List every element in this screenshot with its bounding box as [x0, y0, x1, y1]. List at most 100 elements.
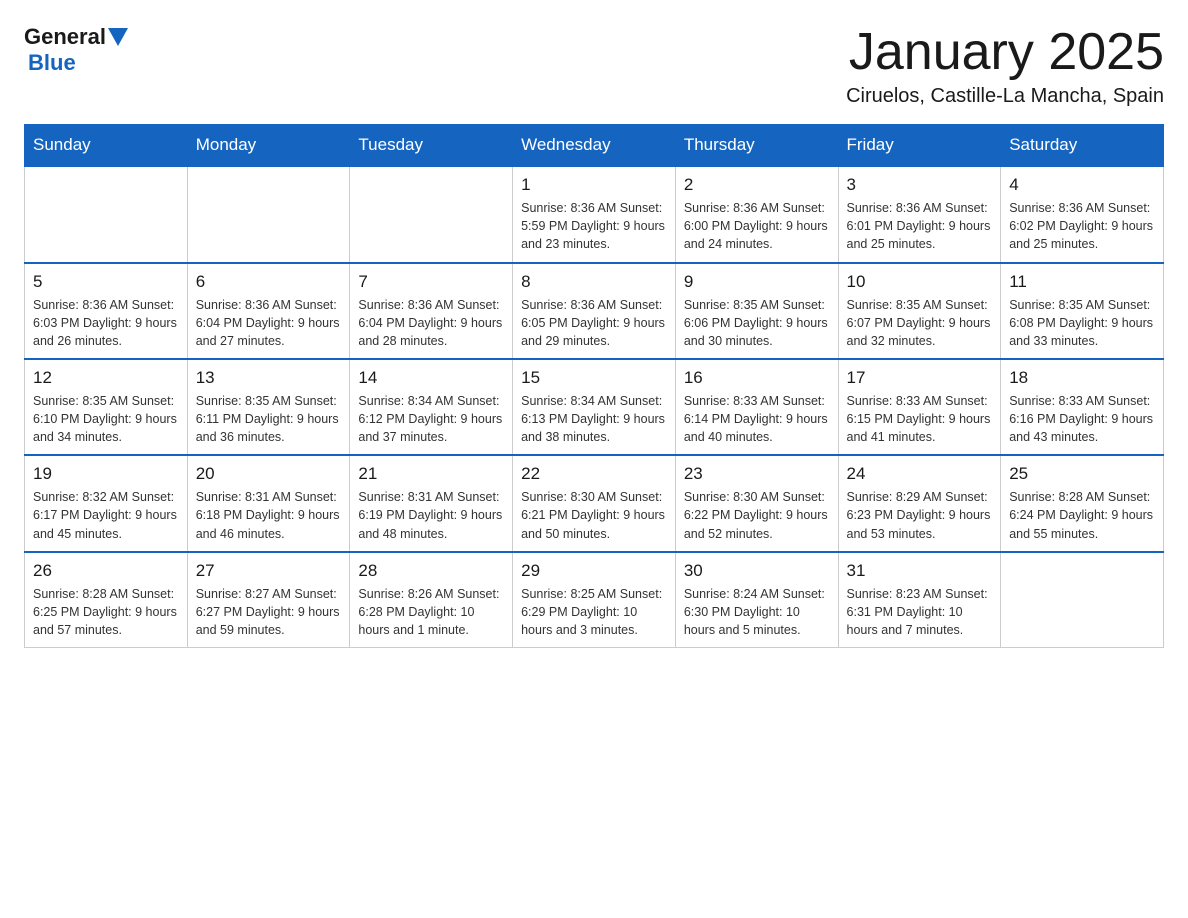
calendar-cell: 23 Sunrise: 8:30 AM Sunset: 6:22 PM Dayli… [675, 455, 838, 551]
title-block: January 2025 Ciruelos, Castille-La Manch… [846, 24, 1164, 108]
day-info: Sunrise: 8:26 AM Sunset: 6:28 PM Dayligh… [358, 585, 504, 639]
logo-triangle-icon [108, 28, 128, 46]
day-number: 2 [684, 175, 830, 195]
calendar-cell: 1 Sunrise: 8:36 AM Sunset: 5:59 PM Daylig… [513, 166, 676, 262]
day-info: Sunrise: 8:36 AM Sunset: 6:02 PM Dayligh… [1009, 199, 1155, 253]
day-number: 4 [1009, 175, 1155, 195]
page-subtitle: Ciruelos, Castille-La Mancha, Spain [846, 85, 1164, 108]
day-number: 19 [33, 464, 179, 484]
calendar-cell: 13 Sunrise: 8:35 AM Sunset: 6:11 PM Dayli… [187, 359, 350, 455]
calendar-cell: 20 Sunrise: 8:31 AM Sunset: 6:18 PM Dayli… [187, 455, 350, 551]
day-number: 23 [684, 464, 830, 484]
day-number: 18 [1009, 368, 1155, 388]
day-number: 12 [33, 368, 179, 388]
day-number: 24 [847, 464, 993, 484]
day-info: Sunrise: 8:28 AM Sunset: 6:25 PM Dayligh… [33, 585, 179, 639]
day-number: 29 [521, 561, 667, 581]
page-title: January 2025 [846, 24, 1164, 81]
day-info: Sunrise: 8:30 AM Sunset: 6:22 PM Dayligh… [684, 488, 830, 542]
calendar-cell: 29Sunrise: 8:25 AM Sunset: 6:29 PM Dayli… [513, 552, 676, 648]
day-number: 28 [358, 561, 504, 581]
calendar-cell: 30 Sunrise: 8:24 AM Sunset: 6:30 PM Dayli… [675, 552, 838, 648]
day-info: Sunrise: 8:29 AM Sunset: 6:23 PM Dayligh… [847, 488, 993, 542]
day-info: Sunrise: 8:35 AM Sunset: 6:08 PM Dayligh… [1009, 296, 1155, 350]
logo: General Blue [24, 24, 130, 76]
calendar-week-row: 1 Sunrise: 8:36 AM Sunset: 5:59 PM Daylig… [25, 166, 1164, 262]
day-number: 17 [847, 368, 993, 388]
day-info: Sunrise: 8:33 AM Sunset: 6:15 PM Dayligh… [847, 392, 993, 446]
day-number: 1 [521, 175, 667, 195]
day-info: Sunrise: 8:36 AM Sunset: 6:03 PM Dayligh… [33, 296, 179, 350]
day-number: 22 [521, 464, 667, 484]
calendar-cell: 7 Sunrise: 8:36 AM Sunset: 6:04 PM Daylig… [350, 263, 513, 359]
calendar-cell [187, 166, 350, 262]
calendar-week-row: 5Sunrise: 8:36 AM Sunset: 6:03 PM Daylig… [25, 263, 1164, 359]
calendar-week-row: 12 Sunrise: 8:35 AM Sunset: 6:10 PM Dayli… [25, 359, 1164, 455]
day-info: Sunrise: 8:34 AM Sunset: 6:13 PM Dayligh… [521, 392, 667, 446]
calendar-cell: 17 Sunrise: 8:33 AM Sunset: 6:15 PM Dayli… [838, 359, 1001, 455]
calendar-header-thursday: Thursday [675, 125, 838, 167]
calendar-header-row: SundayMondayTuesdayWednesdayThursdayFrid… [25, 125, 1164, 167]
calendar-cell: 8Sunrise: 8:36 AM Sunset: 6:05 PM Daylig… [513, 263, 676, 359]
calendar-cell: 15 Sunrise: 8:34 AM Sunset: 6:13 PM Dayli… [513, 359, 676, 455]
day-number: 21 [358, 464, 504, 484]
calendar-week-row: 26 Sunrise: 8:28 AM Sunset: 6:25 PM Dayli… [25, 552, 1164, 648]
day-info: Sunrise: 8:31 AM Sunset: 6:18 PM Dayligh… [196, 488, 342, 542]
calendar-header-saturday: Saturday [1001, 125, 1164, 167]
day-number: 3 [847, 175, 993, 195]
calendar-header-tuesday: Tuesday [350, 125, 513, 167]
calendar-cell: 5Sunrise: 8:36 AM Sunset: 6:03 PM Daylig… [25, 263, 188, 359]
day-number: 11 [1009, 272, 1155, 292]
day-info: Sunrise: 8:35 AM Sunset: 6:10 PM Dayligh… [33, 392, 179, 446]
calendar-cell: 24 Sunrise: 8:29 AM Sunset: 6:23 PM Dayli… [838, 455, 1001, 551]
day-number: 30 [684, 561, 830, 581]
day-number: 26 [33, 561, 179, 581]
day-number: 10 [847, 272, 993, 292]
day-info: Sunrise: 8:24 AM Sunset: 6:30 PM Dayligh… [684, 585, 830, 639]
calendar-week-row: 19 Sunrise: 8:32 AM Sunset: 6:17 PM Dayli… [25, 455, 1164, 551]
day-number: 7 [358, 272, 504, 292]
day-info: Sunrise: 8:35 AM Sunset: 6:11 PM Dayligh… [196, 392, 342, 446]
calendar-cell: 12 Sunrise: 8:35 AM Sunset: 6:10 PM Dayli… [25, 359, 188, 455]
calendar-cell: 27 Sunrise: 8:27 AM Sunset: 6:27 PM Dayli… [187, 552, 350, 648]
calendar-cell: 26 Sunrise: 8:28 AM Sunset: 6:25 PM Dayli… [25, 552, 188, 648]
day-info: Sunrise: 8:23 AM Sunset: 6:31 PM Dayligh… [847, 585, 993, 639]
day-info: Sunrise: 8:35 AM Sunset: 6:07 PM Dayligh… [847, 296, 993, 350]
calendar-cell: 9 Sunrise: 8:35 AM Sunset: 6:06 PM Daylig… [675, 263, 838, 359]
day-info: Sunrise: 8:34 AM Sunset: 6:12 PM Dayligh… [358, 392, 504, 446]
day-info: Sunrise: 8:36 AM Sunset: 5:59 PM Dayligh… [521, 199, 667, 253]
logo-general-text: General [24, 24, 106, 50]
calendar-cell: 6Sunrise: 8:36 AM Sunset: 6:04 PM Daylig… [187, 263, 350, 359]
calendar-header-monday: Monday [187, 125, 350, 167]
day-number: 16 [684, 368, 830, 388]
day-number: 9 [684, 272, 830, 292]
calendar-cell: 10 Sunrise: 8:35 AM Sunset: 6:07 PM Dayli… [838, 263, 1001, 359]
calendar-cell: 31Sunrise: 8:23 AM Sunset: 6:31 PM Dayli… [838, 552, 1001, 648]
calendar-header-wednesday: Wednesday [513, 125, 676, 167]
day-number: 27 [196, 561, 342, 581]
calendar-cell: 14Sunrise: 8:34 AM Sunset: 6:12 PM Dayli… [350, 359, 513, 455]
day-number: 13 [196, 368, 342, 388]
day-info: Sunrise: 8:36 AM Sunset: 6:04 PM Dayligh… [358, 296, 504, 350]
day-info: Sunrise: 8:35 AM Sunset: 6:06 PM Dayligh… [684, 296, 830, 350]
day-info: Sunrise: 8:32 AM Sunset: 6:17 PM Dayligh… [33, 488, 179, 542]
day-info: Sunrise: 8:33 AM Sunset: 6:16 PM Dayligh… [1009, 392, 1155, 446]
day-number: 6 [196, 272, 342, 292]
calendar-table: SundayMondayTuesdayWednesdayThursdayFrid… [24, 124, 1164, 648]
day-info: Sunrise: 8:31 AM Sunset: 6:19 PM Dayligh… [358, 488, 504, 542]
day-info: Sunrise: 8:36 AM Sunset: 6:00 PM Dayligh… [684, 199, 830, 253]
day-number: 20 [196, 464, 342, 484]
calendar-cell: 28 Sunrise: 8:26 AM Sunset: 6:28 PM Dayli… [350, 552, 513, 648]
day-info: Sunrise: 8:27 AM Sunset: 6:27 PM Dayligh… [196, 585, 342, 639]
calendar-cell: 3Sunrise: 8:36 AM Sunset: 6:01 PM Daylig… [838, 166, 1001, 262]
calendar-cell: 2 Sunrise: 8:36 AM Sunset: 6:00 PM Daylig… [675, 166, 838, 262]
day-info: Sunrise: 8:28 AM Sunset: 6:24 PM Dayligh… [1009, 488, 1155, 542]
day-number: 15 [521, 368, 667, 388]
calendar-cell: 16Sunrise: 8:33 AM Sunset: 6:14 PM Dayli… [675, 359, 838, 455]
calendar-cell: 11 Sunrise: 8:35 AM Sunset: 6:08 PM Dayli… [1001, 263, 1164, 359]
calendar-header-sunday: Sunday [25, 125, 188, 167]
calendar-cell: 21 Sunrise: 8:31 AM Sunset: 6:19 PM Dayli… [350, 455, 513, 551]
calendar-cell [25, 166, 188, 262]
calendar-cell [1001, 552, 1164, 648]
day-info: Sunrise: 8:30 AM Sunset: 6:21 PM Dayligh… [521, 488, 667, 542]
